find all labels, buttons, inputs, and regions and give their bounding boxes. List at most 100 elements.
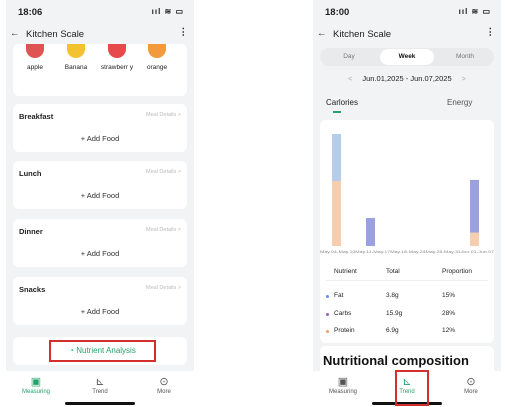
page-title: Kitchen Scale [26, 29, 85, 40]
apple-icon [26, 44, 44, 58]
tab-bar: ▣ Measuring ⊾ Trend ⊙ More [6, 371, 194, 407]
prev-range-icon[interactable]: < [348, 74, 352, 83]
meal-details-link[interactable]: Meal Details > [146, 112, 181, 118]
tab-label: Measuring [328, 389, 357, 395]
bar-segment [332, 134, 341, 182]
status-icons: ııl ≋ ▭ [151, 7, 184, 16]
more-icon: ⊙ [466, 376, 476, 388]
fruit-item-strawberry[interactable]: strawberr y [99, 44, 135, 71]
meal-title: Breakfast [19, 112, 54, 121]
weekly-bar-chart: May.04-May.10May.11-May.17May.18-May.24M… [320, 134, 494, 254]
bar-segment [470, 232, 479, 246]
nutrient-proportion: 12% [442, 327, 456, 334]
nutrient-total: 15.9g [386, 310, 403, 317]
protein-dot-icon [326, 330, 329, 333]
nutrient-analysis-button[interactable]: ◔ Nutrient Analysis [49, 340, 156, 362]
status-bar: 18:00 ııl ≋ ▭ [313, 0, 501, 22]
fruit-item-orange[interactable]: orange [139, 44, 175, 71]
meal-details-link[interactable]: Meal Details > [146, 169, 181, 175]
tab-label: More [157, 389, 171, 395]
scale-icon: ▣ [30, 376, 42, 388]
fruit-item-apple[interactable]: apple [17, 44, 53, 71]
meal-title: Snacks [19, 285, 46, 294]
add-food-button[interactable]: + Add Food [13, 249, 187, 258]
fruit-label: orange [146, 64, 168, 71]
measuring-screen: 18:06 ııl ≋ ▭ ← Kitchen Scale ⋮ apple Ba… [6, 0, 194, 407]
tab-label: Trend [92, 389, 108, 395]
bar-segment [366, 218, 375, 246]
date-range: < Jun.01,2025 - Jun.07,2025 > [313, 74, 501, 86]
col-nutrient: Nutrient [334, 268, 357, 275]
status-icons: ııl ≋ ▭ [458, 7, 491, 16]
meal-title: Lunch [19, 169, 42, 178]
date-range-label: Jun.01,2025 - Jun.07,2025 [362, 74, 452, 83]
meal-card-lunch: Lunch Meal Details > + Add Food [13, 161, 187, 209]
nutrient-name: Fat [334, 292, 344, 299]
meal-details-link[interactable]: Meal Details > [146, 285, 181, 291]
meal-title: Dinner [19, 227, 43, 236]
tab-calories[interactable]: Carlories [326, 98, 358, 107]
meal-card-breakfast: Breakfast Meal Details > + Add Food [13, 104, 187, 152]
banana-icon [67, 44, 85, 58]
add-food-button[interactable]: + Add Food [13, 191, 187, 200]
nutrient-name: Protein [334, 327, 355, 334]
tab-more[interactable]: ⊙ More [446, 375, 496, 395]
col-total: Total [386, 268, 400, 275]
next-range-icon[interactable]: > [462, 74, 466, 83]
divider [326, 280, 488, 281]
meal-details-link[interactable]: Meal Details > [146, 227, 181, 233]
tab-more[interactable]: ⊙ More [139, 375, 189, 395]
segment-day[interactable]: Day [320, 53, 378, 60]
bar-segment [470, 179, 479, 233]
nutrient-name: Carbs [334, 310, 352, 317]
add-food-button[interactable]: + Add Food [13, 134, 187, 143]
meal-card-dinner: Dinner Meal Details > + Add Food [13, 219, 187, 267]
composition-heading: Nutritional composition [323, 353, 469, 368]
x-axis-labels: May.04-May.10May.11-May.17May.18-May.24M… [320, 250, 494, 254]
fruit-list: apple Banana strawberr y orange [13, 44, 187, 96]
home-indicator [65, 402, 135, 405]
scale-icon: ▣ [337, 376, 349, 388]
orange-icon [148, 44, 166, 58]
status-time: 18:06 [18, 7, 43, 18]
nutrient-total: 6.9g [386, 327, 399, 334]
back-arrow-icon[interactable]: ← [317, 28, 327, 39]
col-proportion: Proportion [442, 268, 472, 275]
add-food-button[interactable]: + Add Food [13, 307, 187, 316]
more-vert-icon[interactable]: ⋮ [179, 27, 189, 38]
trend-chart-icon: ⊾ [95, 376, 105, 388]
segment-month[interactable]: Month [436, 53, 494, 60]
nutrient-proportion: 15% [442, 292, 456, 299]
bar-segment [332, 181, 341, 246]
tab-measuring[interactable]: ▣ Measuring [11, 375, 61, 395]
tab-energy[interactable]: Energy [447, 98, 472, 107]
fruit-label: Banana [64, 64, 88, 71]
trend-screen: 18:00 ııl ≋ ▭ ← Kitchen Scale ⋮ Day Week… [313, 0, 501, 407]
nav-bar: ← Kitchen Scale ⋮ [313, 26, 501, 44]
nutrient-analysis-label: Nutrient Analysis [76, 346, 136, 355]
more-icon: ⊙ [159, 376, 169, 388]
period-segmented-control: Day Week Month [320, 48, 494, 66]
chart-card: May.04-May.10May.11-May.17May.18-May.24M… [320, 120, 494, 343]
pie-chart-icon: ◔ [69, 346, 74, 355]
nav-bar: ← Kitchen Scale ⋮ [6, 26, 194, 44]
nutrient-proportion: 28% [442, 310, 456, 317]
tab-trend[interactable]: ⊾ Trend [75, 375, 125, 395]
more-vert-icon[interactable]: ⋮ [486, 27, 496, 38]
carbs-dot-icon [326, 313, 329, 316]
back-arrow-icon[interactable]: ← [10, 28, 20, 39]
status-bar: 18:06 ııl ≋ ▭ [6, 0, 194, 22]
fruit-item-banana[interactable]: Banana [58, 44, 94, 71]
fruit-label: strawberr y [100, 64, 134, 71]
page-title: Kitchen Scale [333, 29, 392, 40]
meal-card-snacks: Snacks Meal Details > + Add Food [13, 277, 187, 325]
trend-tab-highlight [395, 370, 429, 406]
nutrient-total: 3.8g [386, 292, 399, 299]
status-time: 18:00 [325, 7, 350, 18]
active-tab-indicator [333, 111, 341, 113]
strawberry-icon [108, 44, 126, 58]
tab-label: Measuring [21, 389, 50, 395]
segment-week[interactable]: Week [378, 53, 436, 60]
fat-dot-icon [326, 295, 329, 298]
tab-measuring[interactable]: ▣ Measuring [318, 375, 368, 395]
